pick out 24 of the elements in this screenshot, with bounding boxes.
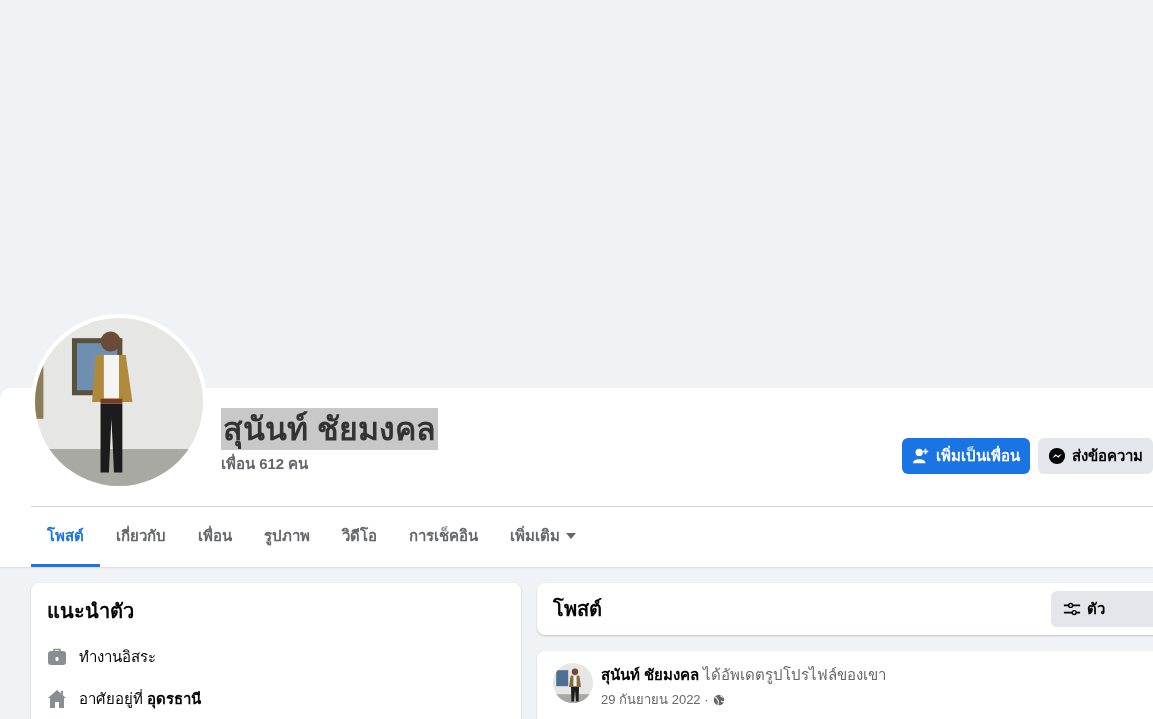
post-author-link[interactable]: สุนันท์ ชัยมงคล: [601, 663, 700, 687]
profile-name: สุนันท์ ชัยมงคล: [221, 408, 438, 450]
post-action-text: ได้อัพเดตรูปโปรไฟล์ของเขา: [703, 665, 887, 686]
profile-tab[interactable]: โพสต์: [31, 507, 100, 567]
intro-detail: ทำงานอิสระ: [79, 647, 156, 667]
friend-count: เพื่อน 612 คน: [221, 452, 309, 474]
profile-tab[interactable]: การเช็คอิน: [393, 507, 494, 567]
intro-title: แนะนำตัว: [47, 599, 134, 624]
profile-tab[interactable]: เพื่อน: [182, 507, 248, 567]
message-button[interactable]: ส่งข้อความ: [1038, 438, 1153, 474]
add-person-icon: [912, 447, 930, 465]
posts-title: โพสต์: [553, 596, 602, 622]
house-icon: [47, 689, 67, 709]
messenger-icon: [1048, 447, 1066, 465]
briefcase-icon: [47, 647, 67, 667]
profile-tab[interactable]: เกี่ยวกับ: [100, 507, 182, 567]
intro-detail: อาศัยอยู่ที่ อุดรธานี: [79, 688, 202, 711]
add-friend-button[interactable]: เพิ่มเป็นเพื่อน: [902, 438, 1030, 474]
profile-tab[interactable]: รูปภาพ: [248, 507, 326, 567]
post-date: 29 กันยายน 2022 ·: [601, 691, 709, 709]
profile-tab[interactable]: เพิ่มเติม: [494, 507, 592, 567]
sliders-icon: [1063, 600, 1081, 618]
filter-button[interactable]: ตัว: [1051, 591, 1153, 627]
profile-tab[interactable]: วิดีโอ: [326, 507, 393, 567]
